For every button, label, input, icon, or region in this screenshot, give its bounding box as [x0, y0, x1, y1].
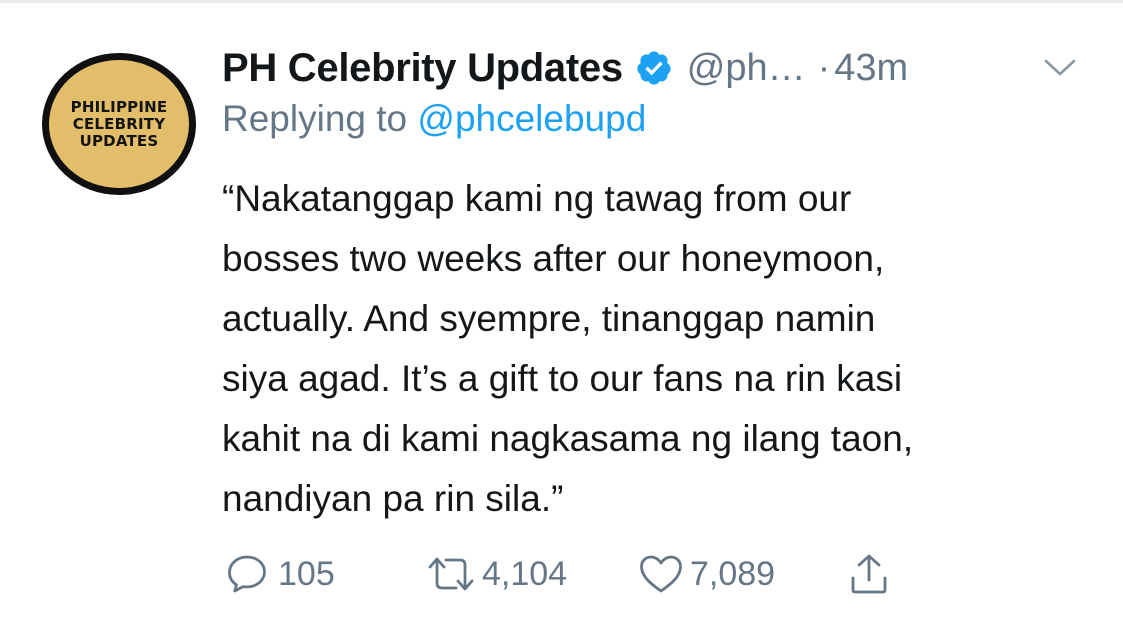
retweet-count: 4,104 [482, 554, 568, 593]
separator-dot: · [817, 46, 831, 89]
avatar[interactable]: PHILIPPINE CELEBRITY UPDATES [42, 53, 196, 195]
like-count: 7,089 [690, 554, 776, 593]
replying-to: Replying to @phcelebupd [222, 98, 646, 140]
tweet-text-line: kahit na di kami nagkasama ng ilang taon… [222, 418, 914, 459]
avatar-logo-text: PHILIPPINE CELEBRITY UPDATES [59, 97, 179, 150]
verified-badge-icon [637, 51, 671, 85]
replying-to-label: Replying to [222, 98, 408, 139]
like-button[interactable]: 7,089 [638, 546, 775, 602]
share-button[interactable] [848, 546, 890, 602]
avatar-logo: PHILIPPINE CELEBRITY UPDATES [49, 60, 189, 188]
tweet-text: “Nakatanggap kami ng tawag from our boss… [222, 169, 1102, 529]
tweet-text-line: siya agad. It’s a gift to our fans na ri… [222, 358, 903, 399]
retweet-button[interactable]: 4,104 [424, 546, 567, 602]
reply-count: 105 [278, 554, 335, 593]
retweet-icon [428, 557, 474, 591]
user-handle[interactable]: @ph… [687, 47, 806, 90]
heart-icon [640, 555, 682, 593]
reply-button[interactable]: 105 [226, 546, 335, 602]
replying-to-mention[interactable]: @phcelebupd [417, 98, 646, 139]
avatar-line-2: CELEBRITY [72, 114, 166, 133]
chevron-down-icon[interactable] [1042, 55, 1078, 79]
share-icon [851, 554, 887, 594]
tweet-text-line: bosses two weeks after our honeymoon, [222, 238, 885, 279]
avatar-line-1: PHILIPPINE [70, 97, 168, 116]
avatar-line-3: UPDATES [79, 131, 159, 150]
tweet-card[interactable]: PHILIPPINE CELEBRITY UPDATES PH Celebrit… [0, 3, 1123, 619]
reply-bubble-icon [228, 555, 266, 593]
tweet-text-line: “Nakatanggap kami ng tawag from our [222, 178, 852, 219]
tweet-timestamp[interactable]: 43m [834, 47, 908, 90]
tweet-text-line: actually. And syempre, tinanggap namin [222, 298, 876, 339]
display-name[interactable]: PH Celebrity Updates [222, 46, 623, 91]
tweet-header: PH Celebrity Updates @ph… · 43m [222, 41, 908, 95]
tweet-text-line: nandiyan pa rin sila.” [222, 478, 564, 519]
tweet-actions: 105 4,104 7,089 [226, 546, 926, 602]
